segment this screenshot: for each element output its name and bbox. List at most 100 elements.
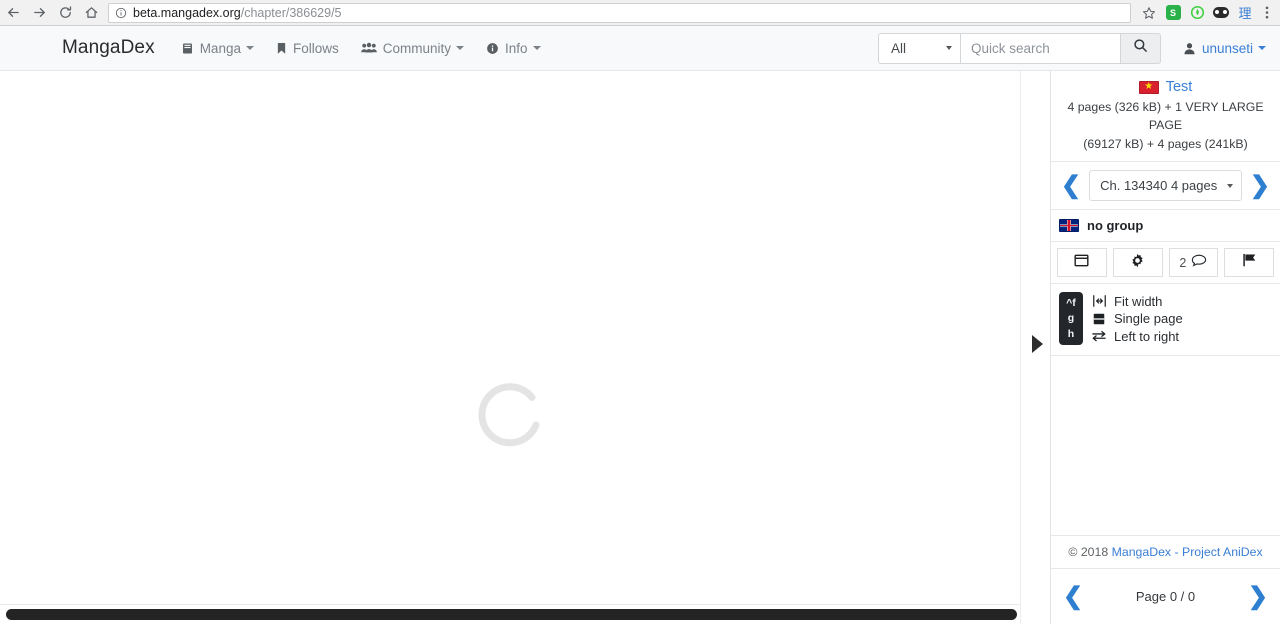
- username-label: ununseti: [1201, 40, 1253, 56]
- main-menu: Manga Follows Community Info: [181, 41, 563, 56]
- page-size-info: 4 pages (326 kB) + 1 VERY LARGE PAGE (69…: [1057, 98, 1274, 153]
- chevron-right-icon[interactable]: ❯: [1250, 173, 1270, 198]
- url-path: /chapter/386629/5: [240, 5, 342, 20]
- copyright-text: © 2018: [1068, 545, 1109, 559]
- shortcut-labels: Fit width Single page Left to right: [1091, 292, 1183, 345]
- address-bar[interactable]: beta.mangadex.org/chapter/386629/5: [108, 2, 1131, 23]
- reader-sidebar: ★ Test 4 pages (326 kB) + 1 VERY LARGE P…: [1050, 71, 1280, 624]
- reader-action-toolbar: 2: [1051, 242, 1280, 285]
- horizontal-scrollbar[interactable]: [0, 604, 1020, 624]
- keycap-single-page: g: [1067, 312, 1075, 325]
- window-icon: [1074, 254, 1089, 272]
- info-icon: [486, 42, 499, 55]
- page-navigation: ❮ Page 0 / 0 ❯: [1051, 568, 1280, 624]
- user-icon: [1183, 42, 1196, 55]
- page-counter: Page 0 / 0: [1135, 589, 1196, 604]
- group-name-label[interactable]: no group: [1087, 218, 1143, 233]
- ext-cjk-icon[interactable]: 理: [1233, 0, 1257, 26]
- site-navbar: MangaDex Manga Follows Community Info Al…: [0, 26, 1280, 71]
- search-icon: [1133, 38, 1148, 58]
- reader-viewport[interactable]: [0, 71, 1020, 624]
- search-group: All: [877, 32, 1161, 64]
- home-button[interactable]: [78, 0, 104, 26]
- bookmark-icon: [276, 42, 287, 55]
- loading-spinner: [470, 375, 554, 459]
- chrome-actions: S 理: [1137, 0, 1280, 26]
- nav-item-follows[interactable]: Follows: [276, 41, 339, 56]
- site-brand[interactable]: MangaDex: [62, 37, 155, 59]
- nav-item-label: Follows: [292, 40, 339, 56]
- comment-icon: [1191, 254, 1207, 272]
- chevron-down-icon: [456, 46, 464, 50]
- chevron-right-icon[interactable]: ❯: [1248, 584, 1268, 609]
- chevron-down-icon: [945, 46, 952, 50]
- shortcut-label: Single page: [1114, 311, 1183, 327]
- page-viewport: MangaDex Manga Follows Community Info Al…: [0, 26, 1280, 624]
- nav-item-info[interactable]: Info: [486, 41, 541, 56]
- shortcut-label: Left to right: [1114, 328, 1180, 344]
- shortcut-reading-direction[interactable]: Left to right: [1091, 327, 1183, 345]
- nav-item-manga[interactable]: Manga: [181, 41, 254, 56]
- browser-chrome: beta.mangadex.org/chapter/386629/5 S 理: [0, 0, 1280, 26]
- url-host: beta.mangadex.org: [133, 5, 241, 20]
- forward-button[interactable]: [26, 0, 52, 26]
- shortcut-fit-width[interactable]: Fit width: [1091, 292, 1183, 310]
- kebab-menu-icon[interactable]: [1257, 0, 1277, 26]
- search-button[interactable]: [1119, 32, 1161, 64]
- book-icon: [181, 42, 194, 55]
- shortcut-single-page[interactable]: Single page: [1091, 310, 1183, 328]
- nav-item-community[interactable]: Community: [360, 40, 464, 56]
- left-to-right-icon: [1091, 330, 1107, 342]
- settings-button[interactable]: [1112, 248, 1163, 278]
- keyboard-shortcuts: ^f g h Fit width Single page Left to rig…: [1051, 284, 1280, 356]
- sidebar-collapse-handle[interactable]: [1032, 335, 1043, 353]
- single-page-icon: [1091, 313, 1107, 325]
- chapter-navigation: ❮ Ch. 134340 4 pages ❯: [1051, 162, 1280, 211]
- footer-link[interactable]: MangaDex - Project AniDex: [1112, 545, 1263, 559]
- ext-s-icon[interactable]: S: [1161, 0, 1185, 26]
- shortcut-label: Fit width: [1114, 293, 1163, 309]
- chevron-down-icon: [1258, 46, 1266, 50]
- page-size-info-line1: 4 pages (326 kB) + 1 VERY LARGE PAGE: [1067, 100, 1264, 133]
- chapter-select[interactable]: Ch. 134340 4 pages: [1089, 170, 1242, 202]
- chapter-select-value: Ch. 134340 4 pages: [1100, 178, 1218, 194]
- chevron-left-icon[interactable]: ❮: [1061, 173, 1081, 198]
- back-button[interactable]: [0, 0, 26, 26]
- chapter-title-row: ★ Test: [1057, 79, 1274, 95]
- search-scope-value: All: [890, 40, 906, 56]
- shortcut-keycaps: ^f g h: [1059, 292, 1083, 345]
- users-icon: [360, 42, 377, 54]
- comments-button[interactable]: 2: [1168, 248, 1219, 278]
- chapter-header: ★ Test 4 pages (326 kB) + 1 VERY LARGE P…: [1051, 71, 1280, 163]
- search-scope-select[interactable]: All: [877, 32, 960, 64]
- star-icon[interactable]: [1137, 0, 1161, 26]
- sidebar-divider: [1020, 71, 1050, 624]
- report-button[interactable]: [1224, 248, 1274, 278]
- scanlation-group-row: no group: [1051, 210, 1280, 243]
- scrollbar-thumb[interactable]: [6, 609, 1017, 620]
- chapter-title-link[interactable]: Test: [1166, 79, 1193, 95]
- nav-item-label: Community: [382, 40, 451, 56]
- sidebar-footer: © 2018 MangaDex - Project AniDex: [1051, 535, 1280, 568]
- flag-icon: [1242, 253, 1257, 272]
- flag-uk-icon: [1059, 219, 1079, 233]
- keycap-fit-width: ^f: [1066, 296, 1076, 309]
- ext-drop-icon[interactable]: [1185, 0, 1209, 26]
- ext-dark-icon[interactable]: [1209, 0, 1233, 26]
- page-size-info-line2: (69127 kB) + 4 pages (241kB): [1083, 136, 1248, 151]
- chevron-down-icon: [1226, 183, 1233, 188]
- navbar-right: All ununseti: [877, 32, 1280, 64]
- nav-item-label: Info: [505, 40, 528, 56]
- chevron-down-icon: [245, 46, 254, 50]
- fit-width-icon: [1091, 295, 1107, 307]
- keycap-direction: h: [1067, 327, 1075, 340]
- chevron-left-icon[interactable]: ❮: [1063, 584, 1083, 609]
- chevron-down-icon: [532, 46, 541, 50]
- window-mode-button[interactable]: [1057, 248, 1107, 278]
- reload-button[interactable]: [52, 0, 78, 26]
- search-input[interactable]: [959, 32, 1120, 64]
- flag-vietnam-icon: ★: [1138, 80, 1159, 94]
- nav-item-label: Manga: [199, 40, 241, 56]
- user-menu[interactable]: ununseti: [1183, 41, 1266, 56]
